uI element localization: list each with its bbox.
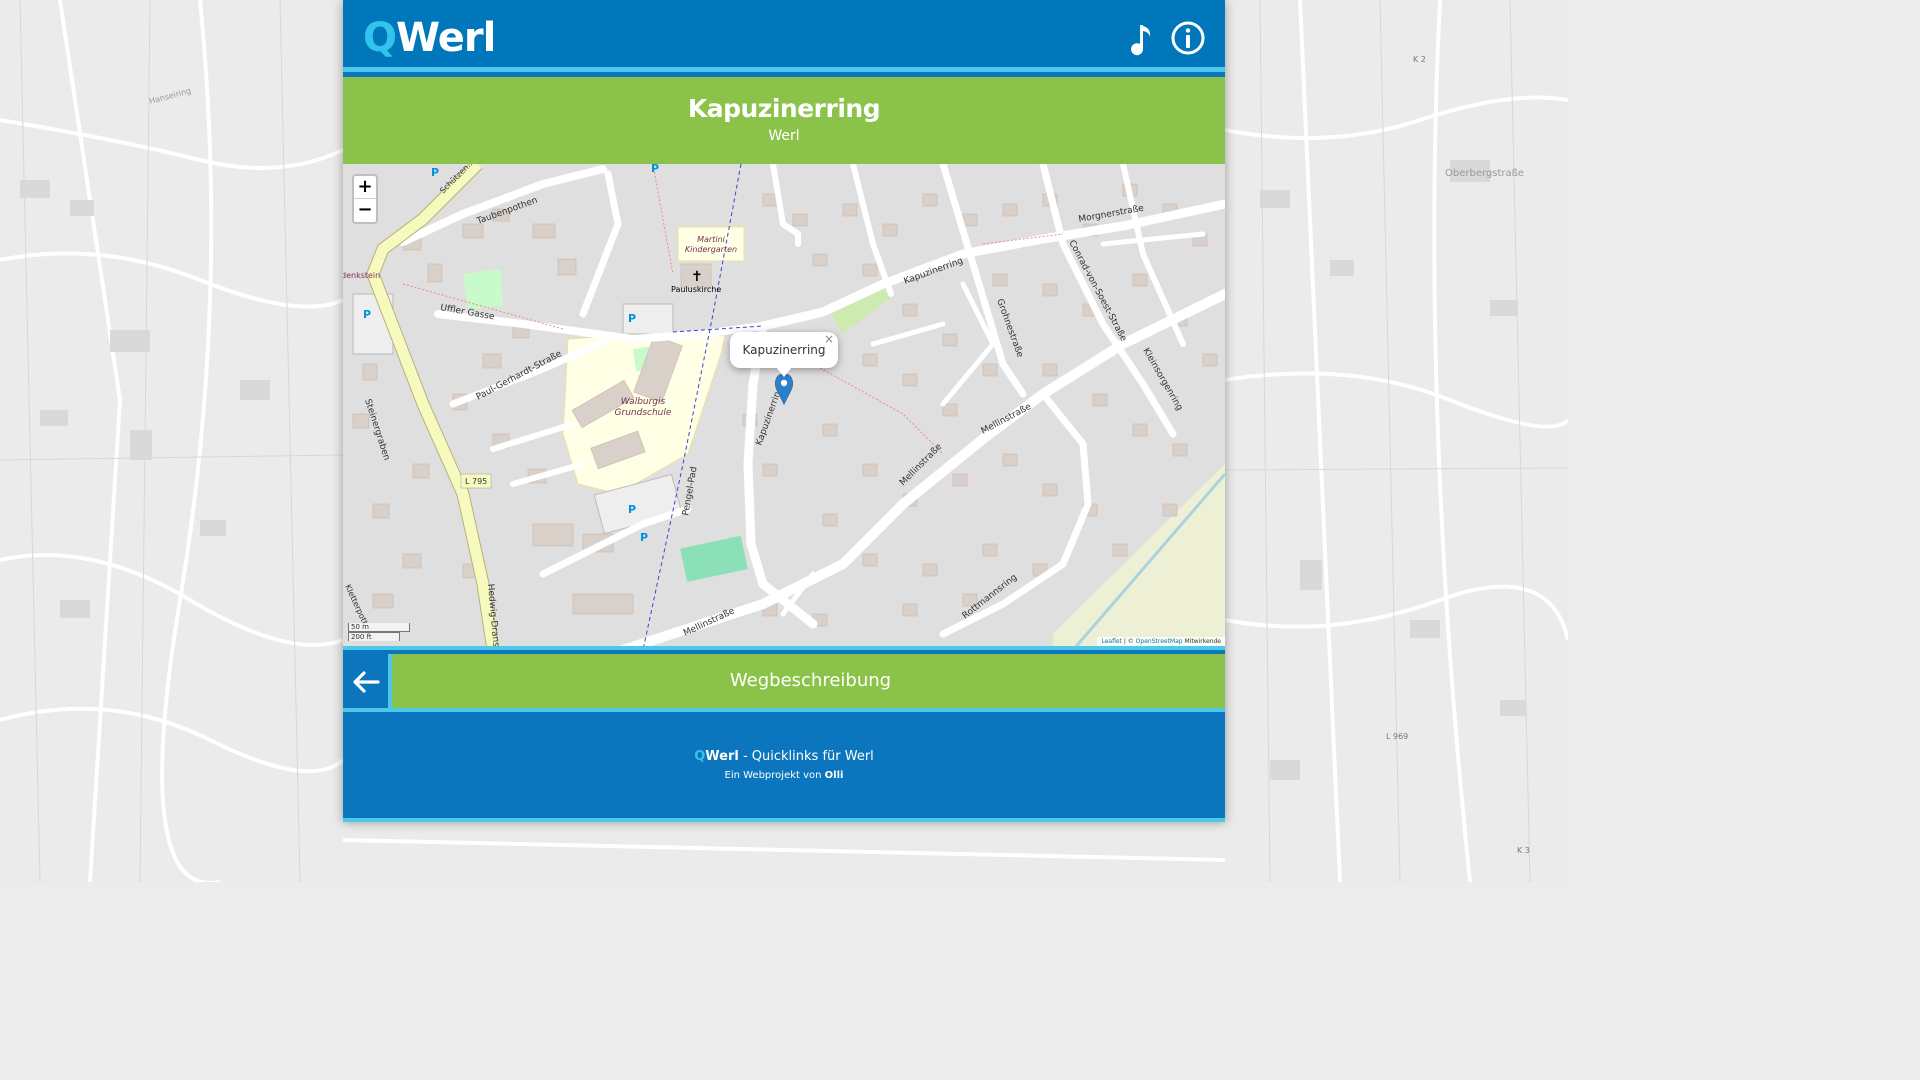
zoom-in-button[interactable]: + — [354, 176, 376, 199]
zoom-out-button[interactable]: − — [354, 199, 376, 222]
parking-icon: P — [651, 164, 659, 175]
parking-icon: P — [363, 308, 371, 321]
bg-label-k2: K 2 — [1413, 55, 1426, 64]
parking-icon: P — [431, 166, 439, 179]
parking-icon: P — [628, 312, 636, 325]
logo-text: Werl — [396, 15, 496, 61]
poi-label-pauluskirche: Pauluskirche — [671, 285, 721, 294]
parking-icon: P — [628, 503, 636, 516]
poi-label-grundschule: Grundschule — [615, 408, 672, 418]
footer-tagline: QWerl - Quicklinks für Werl — [343, 749, 1225, 764]
map-popup: Kapuzinerring × — [730, 332, 838, 377]
scale-metric: 50 m — [348, 623, 410, 632]
poi-label-denkstein: denkstein — [343, 271, 380, 280]
poi-label-martini: Martini — [697, 235, 726, 244]
route-bar: Wegbeschreibung — [343, 654, 1225, 712]
arrow-left-icon — [353, 671, 380, 693]
attribution-leaflet-link[interactable]: Leaflet — [1101, 638, 1121, 645]
map-attribution: Leaflet | © OpenStreetMap Mitwirkende — [1097, 637, 1225, 646]
music-note-icon[interactable] — [1123, 20, 1159, 56]
footer-tagline-text: - Quicklinks für Werl — [738, 749, 874, 764]
place-title-band: Kapuzinerring Werl — [343, 77, 1225, 164]
app-logo[interactable]: QWerl — [363, 12, 496, 64]
back-button[interactable] — [343, 654, 392, 708]
zoom-control: + − — [352, 174, 378, 224]
footer-author-link[interactable]: Olli — [825, 770, 844, 781]
bg-label-oberbergstrasse: Oberbergstraße — [1445, 168, 1524, 179]
map-canvas[interactable]: Kapuzinerring Kapuzinerring Mellinstraße… — [343, 164, 1225, 650]
popup-text: Kapuzinerring — [742, 343, 826, 357]
attribution-separator: | © — [1121, 638, 1136, 645]
footer-brand-q: Q — [694, 749, 706, 764]
footer-credit: Ein Webprojekt von Olli — [343, 770, 1225, 781]
place-subtitle: Werl — [768, 128, 800, 144]
popup-close-button[interactable]: × — [824, 321, 834, 357]
scale-imperial: 200 ft — [348, 632, 400, 641]
parking-icon: P — [640, 531, 648, 544]
place-title: Kapuzinerring — [687, 94, 881, 123]
bg-label-l969: L 969 — [1386, 732, 1408, 741]
info-circle-icon[interactable] — [1170, 20, 1206, 56]
map-scale: 50 m 200 ft — [348, 623, 410, 641]
road-shield-l795: L 795 — [465, 477, 487, 486]
footer: QWerl - Quicklinks für Werl Ein Webproje… — [343, 716, 1225, 822]
logo-q: Q — [363, 15, 397, 61]
map-view[interactable]: Kapuzinerring Kapuzinerring Mellinstraße… — [343, 164, 1225, 650]
poi-label-kindergarten: Kindergarten — [685, 245, 737, 254]
footer-brand: Werl — [705, 749, 739, 764]
attribution-contributors: Mitwirkende — [1182, 638, 1222, 645]
church-icon: ✝ — [691, 269, 703, 285]
directions-button[interactable]: Wegbeschreibung — [396, 654, 1225, 708]
footer-credit-prefix: Ein Webprojekt von — [724, 770, 825, 781]
attribution-osm-link[interactable]: OpenStreetMap — [1136, 638, 1183, 645]
app-header: QWerl — [343, 0, 1225, 72]
main-card: QWerl Kapuzinerring Werl Kapuzinerring K… — [343, 0, 1225, 822]
bg-label-k3: K 3 — [1517, 846, 1530, 855]
poi-label-walburgis: Walburgis — [621, 397, 666, 407]
